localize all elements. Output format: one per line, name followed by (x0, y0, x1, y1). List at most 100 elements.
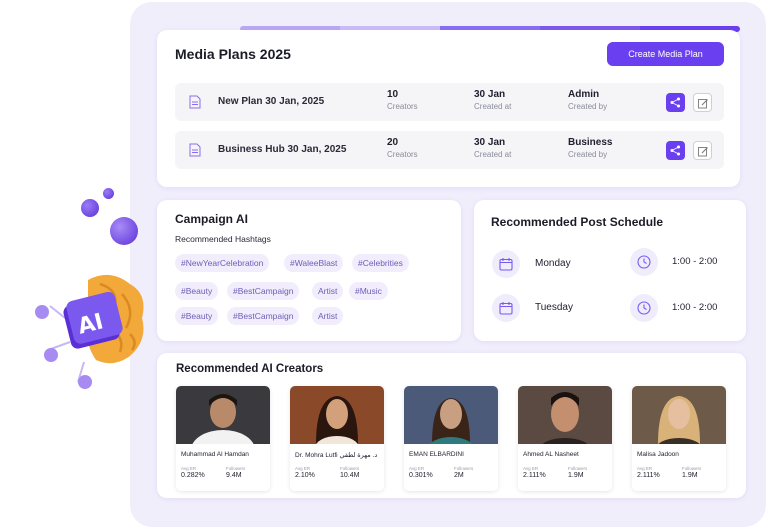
creator-card[interactable]: Dr. Mohra Lutfi د. مهرة لطفي Avg ER 2.10%… (290, 386, 384, 491)
hashtag-chip[interactable]: Artist (312, 282, 344, 300)
calendar-icon (499, 302, 513, 315)
media-plans-title: Media Plans 2025 (175, 46, 291, 62)
hashtags-subtitle: Recommended Hashtags (175, 234, 271, 244)
creator-er-label: Avg ER (637, 466, 653, 471)
post-schedule-title: Recommended Post Schedule (491, 215, 664, 229)
plan-creators-value: 10 (387, 89, 399, 100)
plan-created-by: Admin Created by (568, 89, 607, 111)
plan-created-by-value: Admin (568, 89, 600, 100)
media-plans-card: Media Plans 2025 Create Media Plan New P… (157, 30, 740, 187)
plan-creators-label: Creators (387, 102, 418, 111)
plan-creators: 20 Creators (387, 137, 418, 159)
app-root: Media Plans 2025 Create Media Plan New P… (0, 0, 768, 529)
clock-icon-wrap (630, 248, 658, 276)
ai-creators-card: Recommended AI Creators Muhammad Al Hamd… (157, 353, 746, 498)
hashtag-chip[interactable]: #Music (349, 282, 388, 300)
edit-icon (698, 99, 708, 109)
creator-name: Ahmed AL Nasheet (523, 451, 579, 458)
hashtag-chip[interactable]: #BestCampaign (227, 282, 300, 300)
edit-icon (698, 147, 708, 157)
calendar-icon-wrap (492, 294, 520, 322)
hashtag-chip[interactable]: Artist (312, 307, 344, 325)
creator-followers-label: Followers (568, 466, 588, 471)
hashtag-chip[interactable]: #NewYearCelebration (175, 254, 270, 272)
creator-er: Avg ER 0.301% (409, 466, 433, 479)
plan-created-by: Business Created by (568, 137, 612, 159)
creator-photo (518, 386, 612, 444)
creator-er-value: 0.301% (409, 472, 433, 479)
edit-button[interactable] (693, 141, 712, 160)
creator-card[interactable]: Muhammad Al Hamdan Avg ER 0.282% Follower… (176, 386, 270, 491)
share-icon (670, 97, 680, 108)
creator-followers-value: 1.9M (568, 472, 584, 479)
plan-row[interactable]: Business Hub 30 Jan, 2025 20 Creators 30 … (175, 131, 724, 169)
clock-icon (637, 255, 651, 269)
share-button[interactable] (666, 93, 685, 112)
plan-created-at: 30 Jan Created at (474, 137, 511, 159)
plan-row[interactable]: New Plan 30 Jan, 2025 10 Creators 30 Jan C… (175, 83, 724, 121)
hashtag-chip[interactable]: #BestCampaign (227, 307, 300, 325)
decor-ball (110, 217, 138, 245)
creator-photo (404, 386, 498, 444)
post-schedule-card: Recommended Post Schedule Monday 1:00 - … (474, 200, 746, 341)
plan-created-at-value: 30 Jan (474, 89, 506, 100)
campaign-ai-title: Campaign AI (175, 212, 248, 226)
plan-created-at-value: 30 Jan (474, 137, 506, 148)
creator-er-value: 2.10% (295, 472, 315, 479)
hashtag-chip[interactable]: #WaleeBlast (284, 254, 344, 272)
creator-followers-value: 10.4M (340, 472, 360, 479)
creator-followers: Followers 10.4M (340, 466, 359, 479)
ai-creators-title: Recommended AI Creators (176, 363, 324, 375)
plan-created-by-value: Business (568, 137, 613, 148)
plan-creators-label: Creators (387, 150, 418, 159)
creator-name: Dr. Mohra Lutfi د. مهرة لطفي (295, 452, 378, 459)
plan-created-at-label: Created at (474, 102, 512, 111)
creator-card[interactable]: Ahmed AL Nasheet Avg ER 2.111% Followers 1… (518, 386, 612, 491)
document-icon (189, 143, 201, 157)
decor-ball (81, 199, 99, 217)
creator-followers-label: Followers (682, 466, 702, 471)
campaign-ai-card: Campaign AI Recommended Hashtags #NewYea… (157, 200, 461, 341)
creator-followers-value: 1.9M (682, 472, 698, 479)
hashtag-chip[interactable]: #Beauty (175, 282, 219, 300)
creator-er-label: Avg ER (181, 466, 197, 471)
plan-created-at-label: Created at (474, 150, 512, 159)
share-button[interactable] (666, 141, 685, 160)
schedule-day: Tuesday (535, 302, 573, 313)
plan-name: New Plan 30 Jan, 2025 (218, 96, 325, 107)
creator-followers: Followers 1.9M (682, 466, 701, 479)
creator-er-label: Avg ER (523, 466, 539, 471)
creator-followers-value: 2M (454, 472, 464, 479)
calendar-icon (499, 258, 513, 271)
creator-followers: Followers 2M (454, 466, 473, 479)
creator-photo (176, 386, 270, 444)
plan-created-at: 30 Jan Created at (474, 89, 511, 111)
creator-er-value: 2.111% (523, 472, 546, 479)
share-icon (670, 145, 680, 156)
calendar-icon-wrap (492, 250, 520, 278)
creator-photo (632, 386, 726, 444)
creator-er: Avg ER 0.282% (181, 466, 205, 479)
creator-name: Malisa Jadoon (637, 451, 679, 458)
creator-card[interactable]: EMAN ELBARDINI Avg ER 0.301% Followers 2M (404, 386, 498, 491)
creator-followers: Followers 1.9M (568, 466, 587, 479)
creator-er-value: 0.282% (181, 472, 205, 479)
schedule-time: 1:00 - 2:00 (672, 302, 718, 313)
creator-followers: Followers 9.4M (226, 466, 245, 479)
creator-card[interactable]: Malisa Jadoon Avg ER 2.111% Followers 1.9M (632, 386, 726, 491)
creator-er-value: 2.111% (637, 472, 660, 479)
hashtag-chip[interactable]: #Beauty (175, 307, 219, 325)
edit-button[interactable] (693, 93, 712, 112)
creator-followers-label: Followers (454, 466, 474, 471)
clock-icon (637, 301, 651, 315)
creator-er-label: Avg ER (295, 466, 311, 471)
plan-created-by-label: Created by (568, 102, 608, 111)
creator-er: Avg ER 2.111% (637, 466, 660, 479)
plan-creators-value: 20 (387, 137, 399, 148)
create-media-plan-button[interactable]: Create Media Plan (607, 42, 724, 66)
creator-followers-label: Followers (226, 466, 246, 471)
plan-creators: 10 Creators (387, 89, 418, 111)
creator-name: Muhammad Al Hamdan (181, 451, 249, 458)
hashtag-chip[interactable]: #Celebrities (352, 254, 409, 272)
decor-ball (103, 188, 114, 199)
